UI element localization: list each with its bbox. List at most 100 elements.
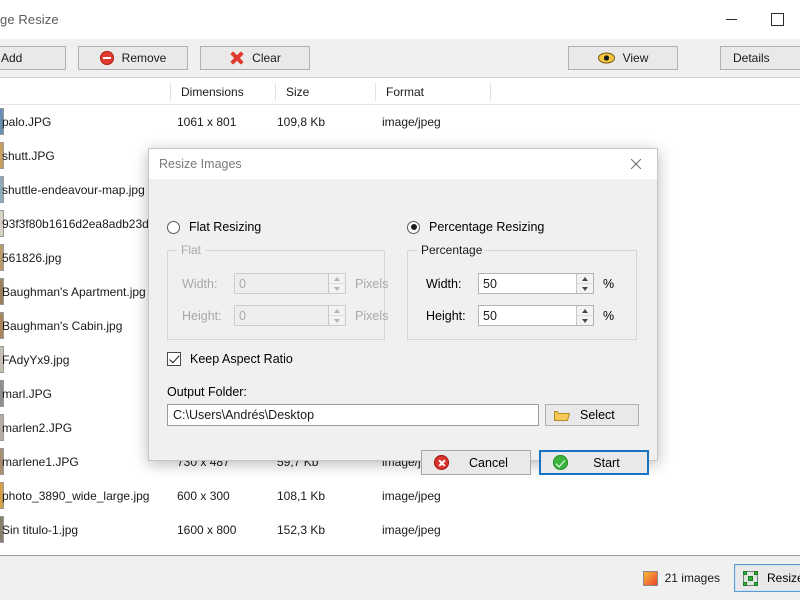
maximize-button[interactable] (754, 0, 800, 38)
keep-aspect-ratio-checkbox[interactable]: Keep Aspect Ratio (167, 352, 293, 366)
flat-height-spin-up[interactable] (329, 306, 345, 316)
output-folder-input[interactable] (167, 404, 539, 426)
flat-height-spin-down[interactable] (329, 316, 345, 325)
flat-height-input[interactable] (235, 306, 328, 325)
dimensions-cell: 600 x 300 (177, 489, 230, 503)
dimensions-cell: 1061 x 801 (177, 115, 237, 129)
view-button-label: View (622, 51, 649, 65)
radio-checked-icon (407, 220, 420, 234)
view-button[interactable]: View (568, 46, 678, 70)
format-cell: image/jpeg (382, 115, 441, 129)
images-icon (642, 570, 658, 586)
add-button[interactable]: Add (0, 46, 66, 70)
flat-resizing-radio[interactable]: Flat Resizing (167, 220, 261, 234)
cancel-button[interactable]: Cancel (421, 450, 531, 475)
percentage-width-label: Width: (426, 276, 462, 291)
file-name-cell: shuttle-endeavour-map.jpg (2, 183, 145, 197)
cancel-button-label: Cancel (469, 455, 508, 470)
flat-width-row: Width: Pixels (182, 273, 388, 294)
percentage-height-spin-up[interactable] (577, 306, 593, 316)
percentage-resizing-radio[interactable]: Percentage Resizing (407, 220, 544, 234)
file-name-cell: Sin titulo-1.jpg (2, 523, 79, 537)
minimize-button[interactable] (708, 0, 754, 38)
percentage-group-legend: Percentage (417, 243, 487, 257)
clear-button[interactable]: Clear (200, 46, 310, 70)
percentage-height-stepper[interactable] (478, 305, 594, 326)
clear-x-icon (229, 51, 244, 66)
resize-handles-icon (743, 570, 758, 586)
table-row[interactable]: photo_3890_wide_large.jpg 600 x 300 108,1 … (0, 479, 800, 513)
size-cell: 109,8 Kb (277, 115, 326, 129)
keep-aspect-ratio-label: Keep Aspect Ratio (190, 352, 293, 366)
column-header-name[interactable] (0, 83, 170, 101)
remove-button-label: Remove (121, 51, 167, 65)
flat-width-stepper[interactable] (234, 273, 346, 294)
start-button-label: Start (593, 455, 620, 470)
dialog-body: Flat Resizing Percentage Resizing Flat W… (149, 180, 657, 475)
image-count-label: 21 images (664, 571, 720, 585)
percentage-width-unit: % (603, 276, 615, 291)
window-title: ge Resize (0, 11, 59, 27)
flat-width-unit: Pixels (355, 276, 389, 291)
flat-resizing-label: Flat Resizing (189, 220, 262, 234)
remove-icon (99, 51, 114, 65)
radio-unchecked-icon (167, 220, 180, 234)
details-label: Details (733, 51, 770, 65)
percentage-group: Percentage Width: % Height: (407, 243, 637, 340)
clear-button-label: Clear (252, 51, 281, 65)
table-row[interactable]: palo.JPG 1061 x 801 109,8 Kb image/jpeg (0, 105, 800, 139)
percentage-height-unit: % (603, 308, 615, 323)
file-name-cell: Baughman's Cabin.jpg (2, 319, 123, 333)
percentage-width-spin-buttons[interactable] (576, 274, 593, 293)
percentage-width-input[interactable] (479, 274, 576, 293)
flat-height-stepper[interactable] (234, 305, 346, 326)
select-folder-button[interactable]: Select (545, 404, 639, 426)
resize-button[interactable]: Resize (734, 564, 800, 592)
table-row[interactable]: Sin titulo-1.jpg 1600 x 800 152,3 Kb image/… (0, 513, 800, 547)
dialog-title-bar: Resize Images (149, 149, 657, 180)
close-icon (630, 158, 642, 170)
file-name-cell: marlen2.JPG (2, 421, 73, 435)
cancel-icon (434, 455, 449, 470)
flat-width-spin-up[interactable] (329, 274, 345, 284)
column-header-dimensions[interactable]: Dimensions (170, 83, 275, 101)
select-folder-label: Select (580, 408, 615, 422)
flat-width-label: Width: (182, 276, 218, 291)
percentage-width-spin-down[interactable] (577, 284, 593, 293)
resize-images-dialog: Resize Images Flat Resizing Percentage R… (148, 148, 658, 475)
file-name-cell: 93f3f80b1616d2ea8adb23d7 (2, 217, 156, 231)
percentage-height-label: Height: (426, 308, 466, 323)
flat-height-label: Height: (182, 308, 222, 323)
format-cell: image/jpeg (382, 523, 441, 537)
flat-height-row: Height: Pixels (182, 305, 388, 326)
remove-button[interactable]: Remove (78, 46, 188, 70)
start-button[interactable]: Start (539, 450, 649, 475)
percentage-height-spin-buttons[interactable] (576, 306, 593, 325)
column-header-blank[interactable] (490, 83, 650, 101)
size-cell: 152,3 Kb (277, 523, 326, 537)
percentage-width-stepper[interactable] (478, 273, 594, 294)
percentage-width-spin-up[interactable] (577, 274, 593, 284)
dialog-close-button[interactable] (615, 149, 657, 179)
add-button-label: Add (1, 51, 23, 65)
flat-width-input[interactable] (235, 274, 328, 293)
percentage-height-spin-down[interactable] (577, 316, 593, 325)
flat-height-spin-buttons[interactable] (328, 306, 345, 325)
file-name-cell: marl.JPG (2, 387, 53, 401)
column-header-size[interactable]: Size (275, 83, 375, 101)
percentage-resizing-label: Percentage Resizing (429, 220, 545, 234)
file-name-cell: palo.JPG (2, 115, 52, 129)
format-cell: image/jpeg (382, 489, 441, 503)
column-header-format[interactable]: Format (375, 83, 490, 101)
percentage-width-row: Width: % (426, 273, 614, 294)
flat-group-legend: Flat (177, 243, 206, 257)
folder-icon (554, 409, 570, 421)
dimensions-cell: 1600 x 800 (177, 523, 237, 537)
flat-width-spin-buttons[interactable] (328, 274, 345, 293)
percentage-height-input[interactable] (479, 306, 576, 325)
column-headers: Dimensions Size Format (0, 78, 800, 105)
flat-width-spin-down[interactable] (329, 284, 345, 293)
file-name-cell: Baughman's Apartment.jpg (2, 285, 146, 299)
details-dropdown[interactable]: Details (720, 46, 800, 70)
file-name-cell: photo_3890_wide_large.jpg (2, 489, 150, 503)
